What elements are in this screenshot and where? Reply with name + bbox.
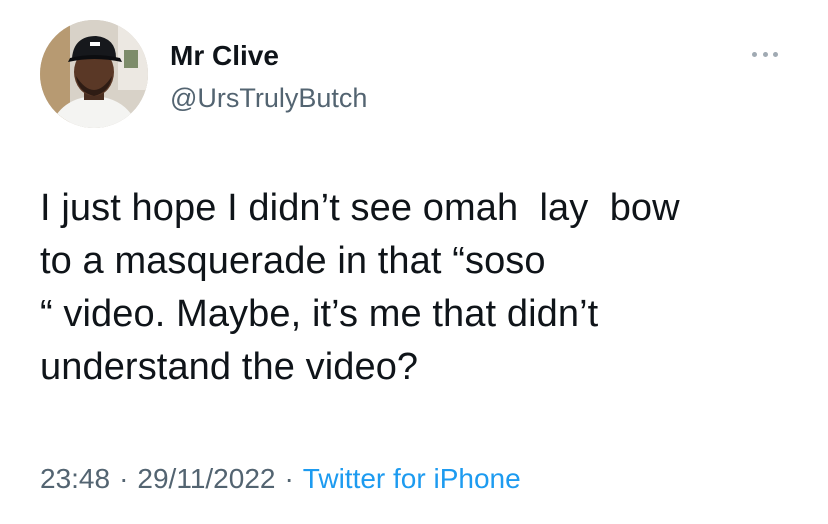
avatar[interactable] bbox=[40, 20, 148, 128]
dot bbox=[773, 51, 778, 57]
tweet-card: Mr Clive @UrsTrulyButch I just hope I di… bbox=[0, 0, 828, 524]
separator: · bbox=[119, 463, 129, 494]
user-handle[interactable]: @UrsTrulyButch bbox=[170, 82, 367, 114]
tweet-date[interactable]: 29/11/2022 bbox=[137, 463, 275, 494]
more-options-icon[interactable] bbox=[752, 44, 778, 64]
tweet-source-link[interactable]: Twitter for iPhone bbox=[303, 463, 521, 494]
dot bbox=[762, 51, 768, 57]
tweet-line: “ video. Maybe, it’s me that didn’t bbox=[40, 293, 599, 335]
separator: · bbox=[284, 463, 294, 494]
tweet-line: to a masquerade in that “soso bbox=[40, 240, 546, 282]
tweet-time[interactable]: 23:48 bbox=[40, 463, 110, 494]
tweet-text: I just hope I didn’t see omah lay bow to… bbox=[40, 182, 810, 394]
tweet-line: I just hope I didn’t see omah lay bow bbox=[40, 187, 680, 229]
display-name[interactable]: Mr Clive bbox=[170, 40, 279, 72]
dot bbox=[752, 51, 757, 57]
avatar-photo bbox=[40, 20, 148, 128]
tweet-metadata: 23:48 · 29/11/2022 · Twitter for iPhone bbox=[40, 462, 521, 496]
tweet-line: understand the video? bbox=[40, 346, 419, 388]
